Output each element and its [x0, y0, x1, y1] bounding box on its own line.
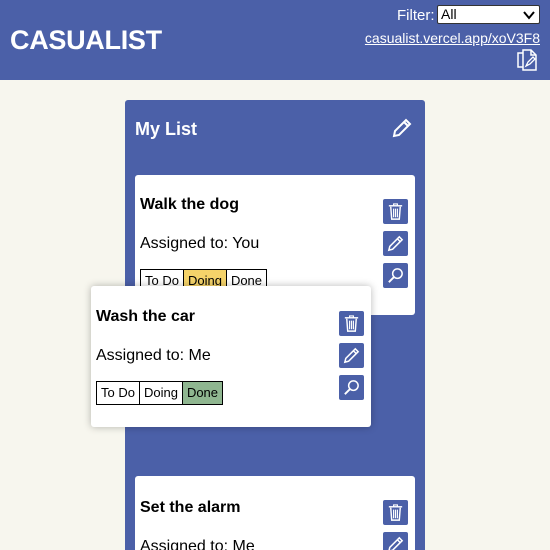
pencil-icon	[387, 235, 404, 252]
view-button[interactable]	[383, 263, 408, 288]
view-button[interactable]	[339, 375, 364, 400]
card-assigned: Assigned to: Me	[140, 538, 255, 550]
pencil-icon[interactable]	[391, 117, 413, 139]
status-toggle: To Do Doing Done	[96, 381, 224, 405]
magnifier-icon	[344, 380, 359, 395]
card-title: Walk the dog	[140, 196, 239, 213]
status-done-button[interactable]: Done	[182, 382, 223, 404]
status-todo-button[interactable]: To Do	[97, 382, 140, 404]
delete-button[interactable]	[383, 199, 408, 224]
chevron-down-icon	[523, 11, 535, 20]
share-link[interactable]: casualist.vercel.app/xoV3F8	[365, 30, 540, 46]
filter-value: All	[441, 6, 457, 22]
app-title: CASUALIST	[10, 25, 162, 55]
trash-icon	[388, 504, 403, 521]
filter-select[interactable]: All	[437, 5, 540, 24]
status-doing-button[interactable]: Doing	[139, 382, 183, 404]
filter-label: Filter:	[397, 7, 435, 24]
delete-button[interactable]	[383, 500, 408, 525]
app-header: CASUALIST Filter: All casualist.vercel.a…	[0, 0, 550, 80]
task-card[interactable]: Set the alarm Assigned to: Me	[135, 476, 415, 550]
magnifier-icon	[388, 268, 403, 283]
dragged-task-card[interactable]: Wash the car Assigned to: Me To Do Doing…	[91, 286, 371, 427]
trash-icon	[388, 203, 403, 220]
card-title: Wash the car	[96, 308, 195, 325]
pencil-icon	[343, 347, 360, 364]
delete-button[interactable]	[339, 311, 364, 336]
edit-button[interactable]	[383, 231, 408, 256]
card-title: Set the alarm	[140, 499, 241, 516]
copy-link-icon[interactable]	[516, 49, 538, 71]
edit-button[interactable]	[339, 343, 364, 368]
edit-button[interactable]	[383, 532, 408, 550]
card-assigned: Assigned to: You	[140, 235, 260, 252]
card-assigned: Assigned to: Me	[96, 347, 211, 364]
list-title: My List	[135, 119, 198, 139]
pencil-icon	[388, 536, 404, 550]
trash-icon	[344, 315, 359, 332]
